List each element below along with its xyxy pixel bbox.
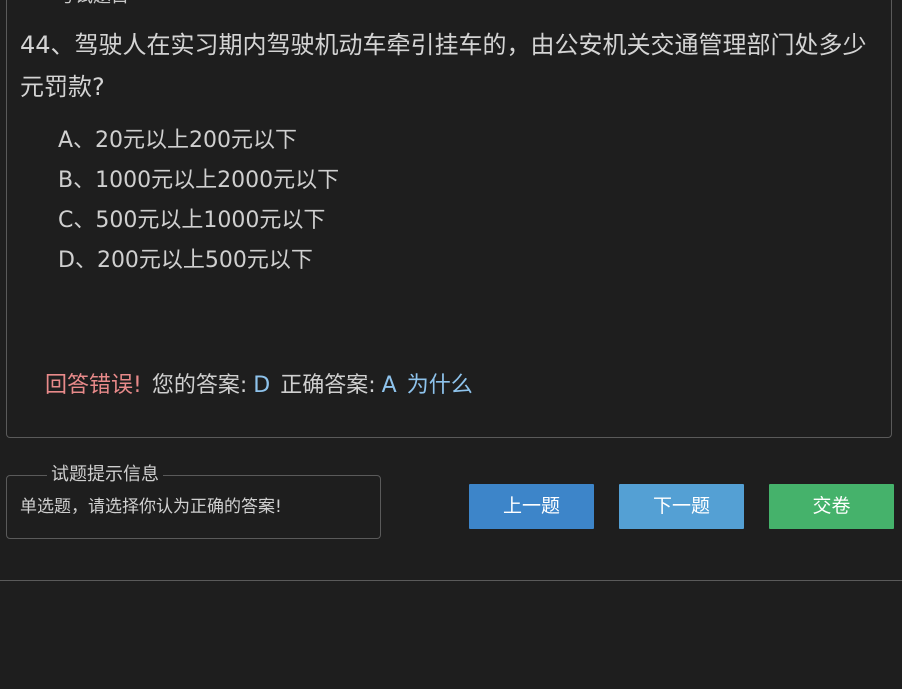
correct-answer-label: 正确答案: xyxy=(280,373,376,398)
divider xyxy=(0,580,902,581)
option-a[interactable]: A、20元以上200元以下 xyxy=(58,121,339,161)
question-text: 44、驾驶人在实习期内驾驶机动车牵引挂车的，由公安机关交通管理部门处多少元罚款? xyxy=(20,31,867,101)
your-answer-label: 您的答案: xyxy=(151,373,248,398)
your-answer-value: D xyxy=(253,373,271,398)
options-list: A、20元以上200元以下 B、1000元以上2000元以下 C、500元以上1… xyxy=(58,121,339,281)
correct-answer-value: A xyxy=(381,373,397,398)
why-link[interactable]: 为什么 xyxy=(407,373,473,398)
hint-fieldset: 试题提示信息 单选题，请选择你认为正确的答案! xyxy=(6,464,381,539)
submit-exam-button[interactable]: 交卷 xyxy=(769,484,894,529)
option-b[interactable]: B、1000元以上2000元以下 xyxy=(58,161,339,201)
hint-legend: 试题提示信息 xyxy=(47,464,163,486)
question-legend: 考试题目 xyxy=(51,0,135,8)
question-fieldset: 考试题目 44、驾驶人在实习期内驾驶机动车牵引挂车的，由公安机关交通管理部门处多… xyxy=(6,0,892,438)
exam-page: 考试题目 44、驾驶人在实习期内驾驶机动车牵引挂车的，由公安机关交通管理部门处多… xyxy=(0,0,902,689)
result-status: 回答错误! xyxy=(45,373,142,398)
prev-question-button[interactable]: 上一题 xyxy=(469,484,594,529)
option-d[interactable]: D、200元以上500元以下 xyxy=(58,241,339,281)
result-line: 回答错误! 您的答案: D 正确答案: A 为什么 xyxy=(45,366,473,406)
next-question-button[interactable]: 下一题 xyxy=(619,484,744,529)
option-c[interactable]: C、500元以上1000元以下 xyxy=(58,201,339,241)
hint-text: 单选题，请选择你认为正确的答案! xyxy=(20,497,282,517)
